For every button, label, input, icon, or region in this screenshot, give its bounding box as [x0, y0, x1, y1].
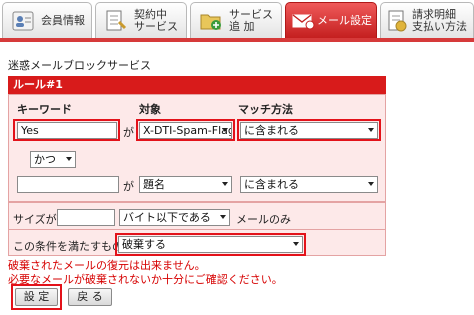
target-highlight	[136, 119, 235, 141]
submit-highlight	[11, 284, 62, 310]
keyword-header: キーワード	[17, 103, 72, 116]
tab-label: 会員情報	[41, 13, 85, 27]
target-select-2[interactable]: 題名	[139, 176, 232, 193]
chevron-down-icon	[368, 182, 374, 186]
match-header: マッチ方法	[238, 103, 293, 116]
conjunction-select[interactable]: かつ	[30, 151, 76, 168]
size-input[interactable]	[57, 209, 115, 226]
tab-member-info[interactable]: 会員情報	[2, 2, 92, 38]
tab-label: サービス追 加	[229, 7, 273, 33]
tab-label: メール設定	[317, 13, 372, 27]
document-icon	[104, 10, 128, 32]
chevron-down-icon	[66, 157, 72, 161]
target-header: 対象	[139, 103, 161, 116]
back-button[interactable]: 戻 る	[68, 288, 112, 306]
tab-billing[interactable]: 請求明細 支払い方法	[380, 2, 474, 38]
tab-label: 請求明細 支払い方法	[412, 7, 467, 33]
tab-contracted-services[interactable]: 契約中 サービス	[95, 2, 187, 38]
folder-add-icon	[199, 10, 223, 32]
match-select-2[interactable]: に含まれる	[240, 176, 378, 193]
size-label: サイズが	[13, 213, 57, 226]
tab-label: 契約中 サービス	[134, 7, 178, 33]
rule-header: ルール#1	[8, 76, 386, 94]
invoice-icon	[385, 10, 409, 32]
chevron-down-icon	[222, 182, 228, 186]
size-condition-select[interactable]: バイト以下である	[119, 209, 230, 226]
tab-bar-divider	[0, 38, 474, 42]
tab-mail-settings[interactable]: メール設定	[285, 2, 377, 38]
mail-icon	[291, 10, 315, 32]
person-icon	[11, 10, 35, 32]
chevron-down-icon	[220, 215, 226, 219]
ga-label-2: が	[123, 180, 134, 193]
ga-label-1: が	[123, 126, 134, 139]
tab-add-service[interactable]: サービス追 加	[190, 2, 282, 38]
action-highlight	[115, 233, 306, 256]
keyword-highlight	[13, 119, 120, 141]
page-title: 迷惑メールブロックサービス	[8, 59, 151, 72]
match-highlight	[237, 119, 381, 141]
keyword-input-2[interactable]	[17, 176, 119, 193]
size-suffix: メールのみ	[236, 213, 291, 226]
